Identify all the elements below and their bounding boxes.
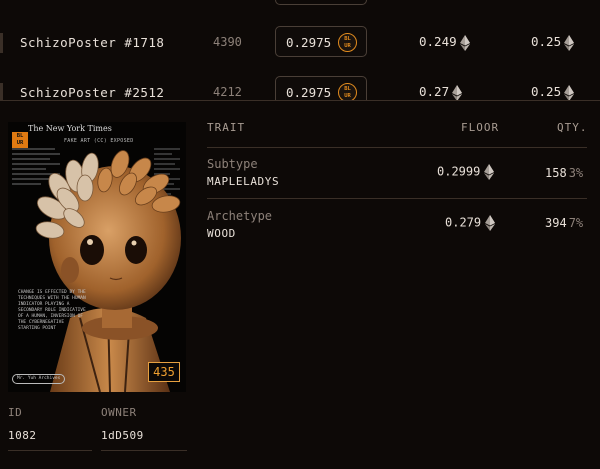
listing-name[interactable]: SchizoPoster #1718 (20, 35, 164, 50)
owner-label: OWNER (101, 406, 137, 419)
listing-rank: 4212 (213, 85, 242, 99)
eth-icon (460, 35, 470, 51)
table-divider (207, 147, 587, 148)
owner-link[interactable]: 1dD509 (101, 429, 144, 442)
trait-floor: 0.2999 (437, 164, 494, 180)
wooden-doll-illustration (35, 150, 181, 392)
id-underline (8, 450, 92, 451)
trait-qty: 158 3% (545, 166, 584, 180)
listing-list: SchizoPoster #1718 4390 0.2975 BL UR 0.24… (0, 0, 600, 101)
floor-header: FLOOR (461, 121, 500, 134)
blur-badge-icon: BL UR (338, 83, 357, 101)
nft-artwork[interactable]: The New York Times BL UR FAKE ART (CC) EX… (8, 122, 186, 392)
trait-header: TRAIT (207, 121, 246, 134)
listing-rank: 4390 (213, 35, 242, 49)
panel-divider (0, 100, 600, 101)
id-value: 1082 (8, 429, 37, 442)
trait-value: MAPLELADYS (207, 175, 280, 188)
listing-name[interactable]: SchizoPoster #2512 (20, 85, 164, 100)
trait-label: Archetype (207, 209, 273, 223)
eth-icon (452, 85, 462, 101)
trait-qty: 394 7% (545, 216, 584, 230)
listing-row[interactable]: SchizoPoster #1718 4390 0.2975 BL UR 0.24… (0, 23, 600, 63)
eth-icon (564, 35, 574, 51)
listing-col2: 0.25 (531, 34, 574, 51)
owner-underline (101, 450, 187, 451)
trait-value: WOOD (207, 227, 236, 240)
qty-header: QTY. (557, 121, 588, 134)
poster-number-badge: 435 (148, 362, 180, 382)
id-label: ID (8, 406, 23, 419)
listing-col1: 0.249 (419, 34, 470, 51)
eth-icon (484, 164, 494, 180)
row-marker (0, 83, 3, 101)
listing-row[interactable]: SchizoPoster #2512 4212 0.2975 BL UR 0.27… (0, 73, 600, 101)
table-divider (207, 198, 587, 199)
buy-price-button[interactable]: 0.2975 BL UR (275, 76, 367, 101)
eth-icon (485, 215, 495, 231)
poster-masthead: The New York Times (28, 124, 112, 133)
previous-price-box-edge (275, 0, 367, 5)
blur-badge-icon: BL UR (338, 33, 357, 52)
listing-col2: 0.25 (531, 84, 574, 101)
buy-price-button[interactable]: 0.2975 BL UR (275, 26, 367, 57)
blur-logo-icon: BL UR (12, 132, 28, 148)
row-marker (0, 33, 3, 53)
poster-stamp: Mr. Yuh Archives (12, 374, 66, 384)
listing-price: 0.2975 (286, 35, 332, 50)
listing-price: 0.2975 (286, 85, 332, 100)
eth-icon (564, 85, 574, 101)
trait-label: Subtype (207, 157, 258, 171)
trait-floor: 0.279 (445, 215, 495, 231)
poster-caption: CHANGE IS EFFECTED BY THE TECHNIQUES WIT… (18, 290, 86, 331)
listing-col1: 0.27 (419, 84, 462, 101)
